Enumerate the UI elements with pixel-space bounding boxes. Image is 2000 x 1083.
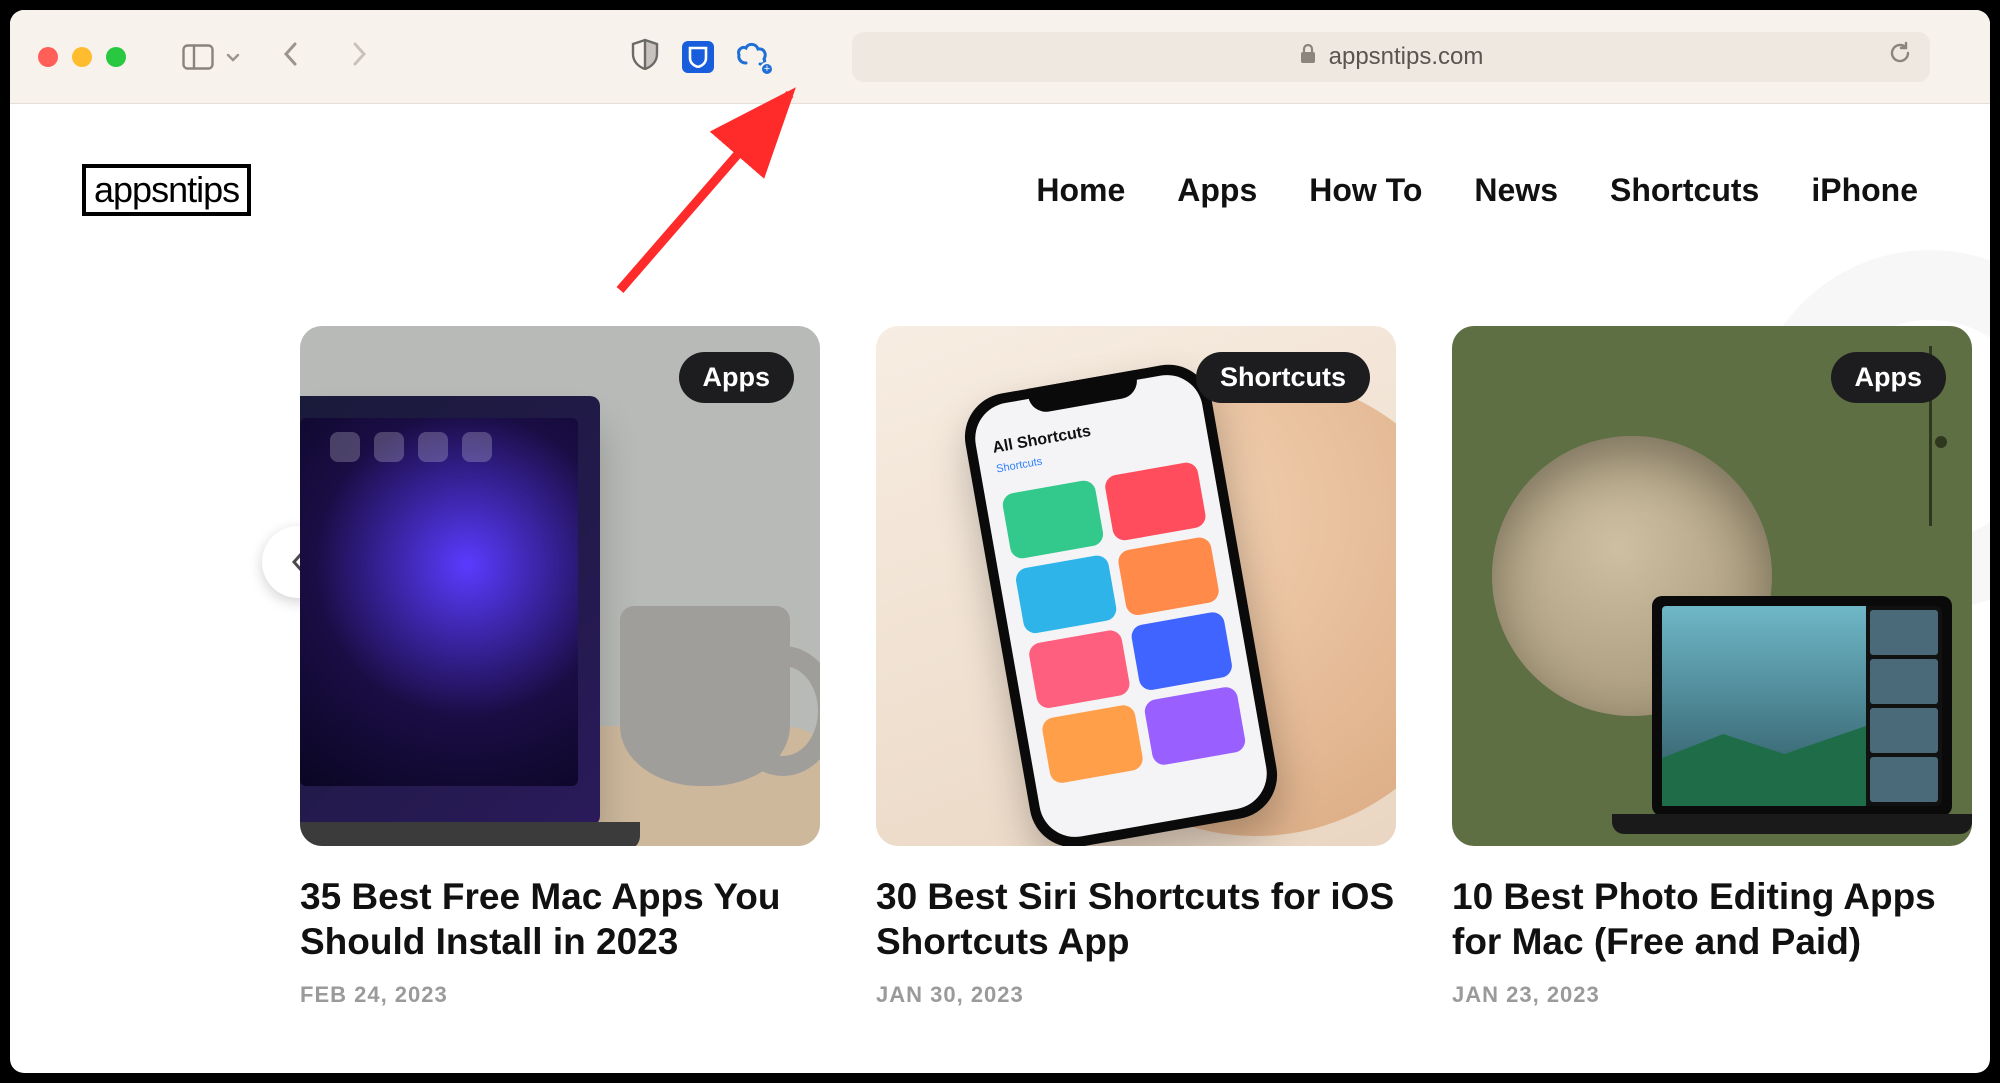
article-title: 10 Best Photo Editing Apps for Mac (Free…	[1452, 874, 1972, 964]
site-header: appsntips Home Apps How To News Shortcut…	[10, 104, 1990, 216]
nav-shortcuts[interactable]: Shortcuts	[1610, 172, 1759, 209]
article-date: FEB 24, 2023	[300, 982, 820, 1008]
site-logo[interactable]: appsntips	[82, 164, 251, 216]
nav-home[interactable]: Home	[1036, 172, 1125, 209]
browser-toolbar: + appsntips.com	[10, 10, 1990, 104]
article-date: JAN 30, 2023	[876, 982, 1396, 1008]
window-controls	[38, 47, 126, 67]
nav-iphone[interactable]: iPhone	[1811, 172, 1918, 209]
featured-carousel: Apps 35 Best Free Mac Apps You Should In…	[10, 326, 1990, 1008]
close-icon[interactable]	[38, 47, 58, 67]
site-nav: Home Apps How To News Shortcuts iPhone	[1036, 172, 1918, 209]
lock-icon	[1299, 44, 1317, 69]
bitwarden-extension-icon[interactable]	[682, 41, 714, 73]
article-thumbnail: Shortcuts All Shortcuts Shortcuts	[876, 326, 1396, 846]
url-text: appsntips.com	[1329, 43, 1484, 71]
article-title: 30 Best Siri Shortcuts for iOS Shortcuts…	[876, 874, 1396, 964]
nav-how-to[interactable]: How To	[1309, 172, 1422, 209]
category-badge[interactable]: Shortcuts	[1196, 352, 1370, 403]
article-card[interactable]: Shortcuts All Shortcuts Shortcuts 30	[876, 326, 1396, 1008]
phone-back-label: Shortcuts	[995, 456, 1043, 476]
browser-window: + appsntips.com appsntips Home Apps How …	[10, 10, 1990, 1073]
category-badge[interactable]: Apps	[679, 352, 795, 403]
privacy-shield-icon[interactable]	[630, 38, 660, 75]
article-card[interactable]: Apps 10 Best Photo Editing Apps for Mac …	[1452, 326, 1972, 1008]
minimize-icon[interactable]	[72, 47, 92, 67]
nav-news[interactable]: News	[1474, 172, 1558, 209]
chevron-down-icon[interactable]	[224, 48, 242, 66]
reload-button[interactable]	[1888, 41, 1912, 72]
forward-button[interactable]	[348, 40, 370, 73]
back-button[interactable]	[280, 40, 302, 73]
article-date: JAN 23, 2023	[1452, 982, 1972, 1008]
maximize-icon[interactable]	[106, 47, 126, 67]
article-thumbnail: Apps	[1452, 326, 1972, 846]
nav-apps[interactable]: Apps	[1177, 172, 1257, 209]
phone-screen-title: All Shortcuts	[991, 406, 1189, 458]
category-badge[interactable]: Apps	[1831, 352, 1947, 403]
article-card[interactable]: Apps 35 Best Free Mac Apps You Should In…	[300, 326, 820, 1008]
article-title: 35 Best Free Mac Apps You Should Install…	[300, 874, 820, 964]
sidebar-toggle-button[interactable]	[182, 44, 242, 70]
address-bar[interactable]: appsntips.com	[852, 32, 1930, 82]
article-thumbnail: Apps	[300, 326, 820, 846]
cloud-extension-icon[interactable]: +	[736, 41, 770, 72]
